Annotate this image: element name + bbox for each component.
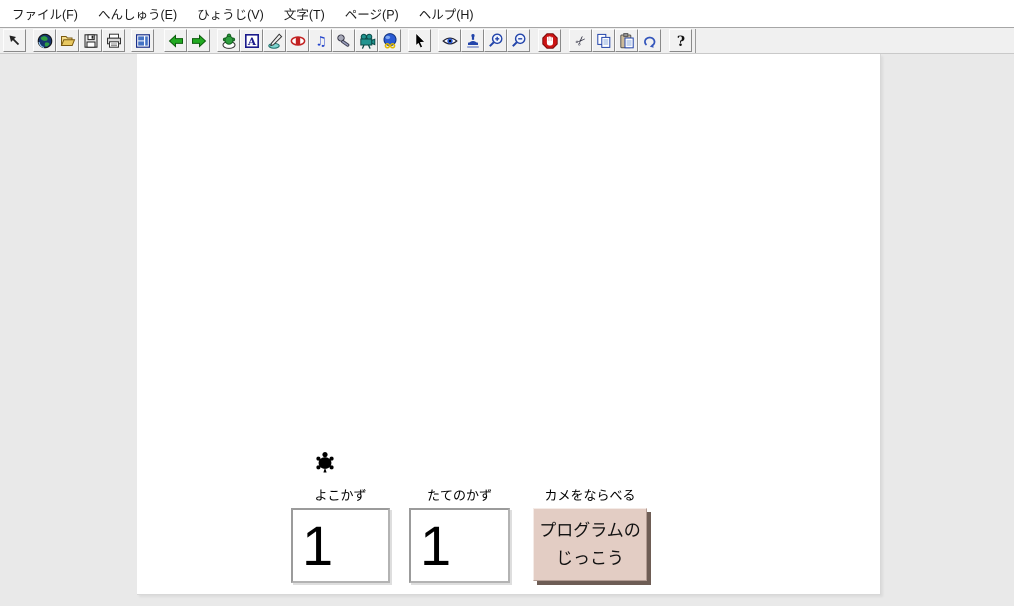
menu-bar: ファイル(F)へんしゅう(E)ひょうじ(V)文字(T)ページ(P)ヘルプ(H) xyxy=(0,0,1014,27)
toolbar-button-page-layout[interactable] xyxy=(131,29,154,52)
vertical-count-field[interactable]: 1 xyxy=(409,508,510,583)
horizontal-count-field[interactable]: 1 xyxy=(291,508,390,583)
run-button-line1: プログラムの xyxy=(539,517,641,544)
menu-item-1[interactable]: へんしゅう(E) xyxy=(88,0,187,28)
toolbar-group-7 xyxy=(538,29,561,52)
red-capsule-icon xyxy=(289,32,307,50)
toolbar-button-select-tool[interactable] xyxy=(408,29,431,52)
toolbar-button-button-tool[interactable] xyxy=(286,29,309,52)
layout-table-icon xyxy=(134,32,152,50)
turtle-sprite[interactable] xyxy=(313,450,337,474)
toolbar-button-record-tool[interactable] xyxy=(332,29,355,52)
svg-text:♫: ♫ xyxy=(315,34,327,49)
green-arrow-right-icon xyxy=(190,32,208,50)
toolbar-group-9: ? xyxy=(669,29,692,52)
toolbar-end-divider xyxy=(695,29,696,53)
microphone-icon xyxy=(335,32,353,50)
undo-arrow-icon xyxy=(641,32,659,50)
open-folder-icon xyxy=(59,32,77,50)
music-note-icon: ♫ xyxy=(312,32,330,50)
toolbar-button-copy[interactable] xyxy=(592,29,615,52)
toolbar-group-0 xyxy=(3,29,26,52)
toolbar-button-print[interactable] xyxy=(102,29,125,52)
copy-pages-icon xyxy=(595,32,613,50)
menu-item-3[interactable]: 文字(T) xyxy=(274,0,335,28)
printer-icon xyxy=(105,32,123,50)
toolbar-button-link-tool[interactable] xyxy=(378,29,401,52)
turtle-icon xyxy=(313,450,337,474)
toolbar-group-2 xyxy=(131,29,154,52)
toolbar-button-text-tool[interactable]: A xyxy=(240,29,263,52)
toolbar-button-zoom-out[interactable] xyxy=(507,29,530,52)
magnifier-minus-icon xyxy=(510,32,528,50)
blue-sphere-icon xyxy=(381,32,399,50)
magnifier-plus-icon xyxy=(487,32,505,50)
page-canvas[interactable]: よこかず たてのかず カメをならべる 1 1 プログラムの じっこう xyxy=(137,54,881,595)
menu-item-0[interactable]: ファイル(F) xyxy=(2,0,88,28)
toolbar-button-save[interactable] xyxy=(79,29,102,52)
movie-camera-icon xyxy=(358,32,376,50)
menu-item-2[interactable]: ひょうじ(V) xyxy=(187,0,274,28)
turtle-icon xyxy=(220,32,238,50)
letter-a-box-icon: A xyxy=(243,32,261,50)
run-program-button[interactable]: プログラムの じっこう xyxy=(533,508,647,581)
toolbar-group-5 xyxy=(408,29,431,52)
toolbar-button-world[interactable] xyxy=(33,29,56,52)
floppy-disk-icon xyxy=(82,32,100,50)
nw-arrow-icon xyxy=(6,32,24,50)
desktop-background: よこかず たてのかず カメをならべる 1 1 プログラムの じっこう xyxy=(0,54,1014,606)
svg-text:A: A xyxy=(246,36,256,48)
toolbar-button-jump-origin[interactable] xyxy=(3,29,26,52)
stop-hand-icon xyxy=(541,32,559,50)
clipboard-paste-icon xyxy=(618,32,636,50)
toolbar-button-turtle-tool[interactable] xyxy=(217,29,240,52)
horizontal-count-label: よこかず xyxy=(291,485,390,502)
globe-icon xyxy=(36,32,54,50)
pen-pad-icon xyxy=(266,32,284,50)
toolbar-group-3 xyxy=(164,29,210,52)
menu-item-5[interactable]: ヘルプ(H) xyxy=(409,0,484,28)
toolbar-group-8: ✂ xyxy=(569,29,661,52)
scissors-icon: ✂ xyxy=(572,32,590,50)
menu-item-4[interactable]: ページ(P) xyxy=(335,0,409,28)
toolbar: A♫✂? xyxy=(0,27,1014,54)
run-button-line2: じっこう xyxy=(556,545,624,572)
svg-text:✂: ✂ xyxy=(572,32,590,50)
toolbar-group-1 xyxy=(33,29,125,52)
stamp-icon xyxy=(464,32,482,50)
toolbar-button-stamp-tool[interactable] xyxy=(461,29,484,52)
toolbar-button-page-back[interactable] xyxy=(164,29,187,52)
green-arrow-left-icon xyxy=(167,32,185,50)
toolbar-button-help[interactable]: ? xyxy=(669,29,692,52)
toolbar-button-view[interactable] xyxy=(438,29,461,52)
svg-text:?: ? xyxy=(676,34,684,50)
toolbar-button-undo[interactable] xyxy=(638,29,661,52)
toolbar-group-4: A♫ xyxy=(217,29,401,52)
vertical-count-label: たてのかず xyxy=(409,485,510,502)
cursor-pointer-icon xyxy=(411,32,429,50)
eye-icon xyxy=(441,32,459,50)
toolbar-button-cut[interactable]: ✂ xyxy=(569,29,592,52)
toolbar-button-zoom-in[interactable] xyxy=(484,29,507,52)
toolbar-button-page-forward[interactable] xyxy=(187,29,210,52)
run-program-label: カメをならべる xyxy=(533,485,647,502)
toolbar-group-6 xyxy=(438,29,530,52)
question-mark-icon: ? xyxy=(672,32,690,50)
toolbar-button-movie-tool[interactable] xyxy=(355,29,378,52)
toolbar-button-stop[interactable] xyxy=(538,29,561,52)
toolbar-button-sound-tool[interactable]: ♫ xyxy=(309,29,332,52)
toolbar-button-open[interactable] xyxy=(56,29,79,52)
toolbar-button-draw-tool[interactable] xyxy=(263,29,286,52)
toolbar-button-paste[interactable] xyxy=(615,29,638,52)
